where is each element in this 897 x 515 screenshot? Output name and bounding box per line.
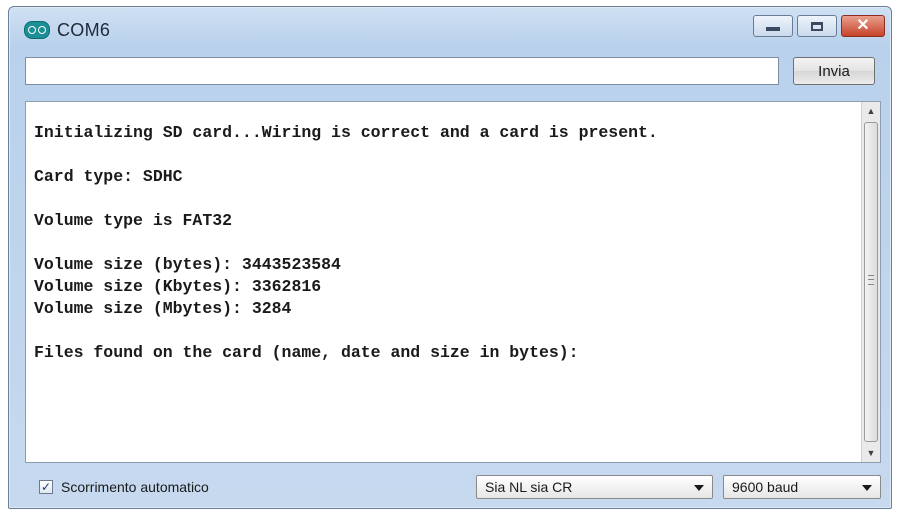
maximize-icon: [811, 21, 823, 31]
scrollbar-thumb[interactable]: [864, 122, 878, 442]
output-text[interactable]: Initializing SD card...Wiring is correct…: [26, 102, 862, 462]
minimize-button[interactable]: [753, 15, 793, 37]
output-line: Initializing SD card...Wiring is correct…: [34, 123, 658, 142]
baud-rate-select[interactable]: 9600 baud: [723, 475, 881, 499]
send-button[interactable]: Invia: [793, 57, 875, 85]
autoscroll-label: Scorrimento automatico: [61, 479, 209, 495]
grip-icon: [868, 275, 874, 285]
vertical-scrollbar[interactable]: ▲ ▼: [861, 102, 880, 462]
scroll-down-icon[interactable]: ▼: [862, 444, 880, 462]
baud-rate-value: 9600 baud: [732, 479, 799, 495]
close-button[interactable]: ✕: [841, 15, 885, 37]
chevron-down-icon: [862, 485, 872, 491]
send-row: Invia: [25, 57, 881, 87]
line-ending-select[interactable]: Sia NL sia CR: [476, 475, 713, 499]
serial-input[interactable]: [25, 57, 779, 85]
checkmark-icon[interactable]: ✓: [39, 480, 53, 494]
minimize-icon: [766, 27, 780, 31]
chevron-down-icon: [694, 485, 704, 491]
title-bar[interactable]: COM6 ✕: [9, 7, 891, 51]
output-line: Volume type is FAT32: [34, 211, 233, 230]
output-line: Volume size (bytes): 3443523584: [34, 255, 341, 274]
scroll-up-icon[interactable]: ▲: [862, 102, 880, 120]
close-icon: ✕: [856, 17, 870, 34]
output-line: Card type: SDHC: [34, 167, 183, 186]
output-line: Volume size (Kbytes): 3362816: [34, 277, 322, 296]
output-line: Files found on the card (name, date and …: [34, 343, 579, 362]
serial-monitor-window: COM6 ✕ Invia Initializing SD card...Wiri…: [8, 6, 892, 509]
autoscroll-checkbox[interactable]: ✓ Scorrimento automatico: [39, 479, 209, 495]
window-title: COM6: [57, 20, 111, 40]
status-bar: ✓ Scorrimento automatico Sia NL sia CR 9…: [25, 473, 881, 501]
window-controls: ✕: [753, 15, 885, 37]
serial-output: Initializing SD card...Wiring is correct…: [25, 101, 881, 463]
output-line: Volume size (Mbytes): 3284: [34, 299, 292, 318]
line-ending-value: Sia NL sia CR: [485, 479, 573, 495]
arduino-icon: [24, 21, 50, 39]
maximize-button[interactable]: [797, 15, 837, 37]
